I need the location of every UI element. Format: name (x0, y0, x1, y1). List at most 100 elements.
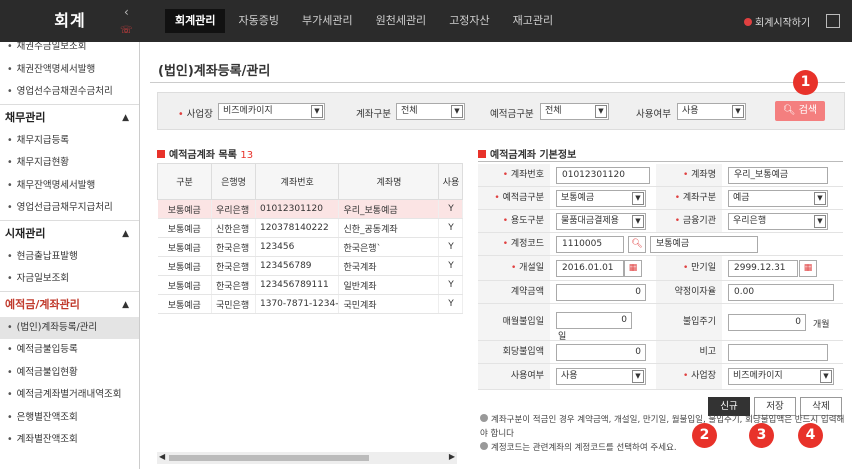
dep-type-select[interactable]: 전체 ▼ (540, 103, 609, 120)
sidebar-item[interactable]: 채권수금일보조회 (0, 42, 139, 59)
sidebar-item[interactable]: 채권잔액명세서발행 (0, 59, 139, 82)
menu-withholding[interactable]: 원천세관리 (366, 9, 437, 33)
sidebar-item[interactable]: 현금출납표발행 (0, 246, 139, 269)
menu-inventory[interactable]: 재고관리 (503, 9, 563, 33)
table-row[interactable]: 보통예금 한국은행 123456789111 일반계좌 Y (157, 275, 464, 295)
col-header[interactable]: 구분 (157, 163, 212, 200)
sidebar-item[interactable]: 은행별잔액조회 (0, 407, 139, 430)
list-title: 예적금계좌 목록 13 (157, 146, 253, 161)
each-input[interactable]: 0 (556, 344, 646, 361)
sidebar-item[interactable]: 예적금계좌별거래내역조회 (0, 384, 139, 407)
sidebar-item[interactable]: 채무지급등록 (0, 130, 139, 153)
form-row: 사용여부 사용▼ 사업장 비즈메카이지▼ (478, 364, 843, 390)
sidebar-item[interactable]: 자금일보조회 (0, 268, 139, 291)
rate-input[interactable]: 0.00 (728, 284, 834, 301)
menu-accounting[interactable]: 회계관리 (165, 9, 226, 33)
sidebar-group-debt[interactable]: 채무관리 ▲ (0, 103, 139, 130)
section-marker-icon (478, 150, 486, 158)
memo-label: 비고 (656, 341, 722, 363)
search-button[interactable]: 🔍︎ 검색 (775, 101, 825, 121)
sidebar-item[interactable]: 예적금불입현황 (0, 362, 139, 385)
form-row: 회당불입액 0 비고 (478, 341, 843, 364)
use-field-label: 사용여부 (478, 364, 550, 389)
calendar-icon[interactable]: ▦ (624, 260, 642, 277)
calendar-icon[interactable]: ▦ (799, 260, 817, 277)
acct-no-label: 계좌번호 (478, 164, 550, 186)
contract-input[interactable]: 0 (556, 284, 646, 301)
dep-type-label: 예적금구분 (478, 187, 550, 209)
biz-field[interactable]: 비즈메카이지 ▼ (728, 368, 834, 385)
biz-label: 사업장 (178, 106, 213, 120)
chevron-up-icon: ▲ (122, 112, 129, 123)
menu-fixed-assets[interactable]: 고정자산 (439, 9, 499, 33)
sidebar-item[interactable]: 영업선수금채권수금처리 (0, 81, 139, 104)
pay-day-input[interactable]: 0 (556, 312, 632, 329)
period-label: 불입주기 (656, 304, 722, 340)
sidebar-item[interactable]: 채무지급현황 (0, 152, 139, 175)
form-row: 예적금구분 보통예금▼ 계좌구분 예금▼ (478, 187, 843, 210)
table-row[interactable]: 보통예금 한국은행 123456 한국은행` Y (157, 237, 464, 257)
search-icon: 🔍︎ (782, 105, 796, 116)
rate-label: 약정이자율 (656, 281, 722, 303)
col-header[interactable]: 은행명 (211, 163, 256, 200)
table-scrollbar[interactable]: ◀ ▶ (157, 452, 457, 464)
period-input[interactable]: 0 (728, 314, 806, 331)
info-icon (744, 18, 752, 26)
scrollbar-thumb[interactable] (169, 455, 369, 461)
note-item: 계좌구분이 적금인 경우 계약금액, 개설일, 만기일, 월불입일, 불입주기,… (480, 414, 845, 439)
sidebar-group-deposit[interactable]: 예적금/계좌관리 ▲ (0, 290, 139, 317)
sidebar-item[interactable]: 영업선급금채무지급처리 (0, 197, 139, 220)
table-row[interactable]: 보통예금 우리은행 01012301120 우리_보통예금 Y (157, 199, 464, 219)
acct-type-select[interactable]: 전체 ▼ (396, 103, 465, 120)
biz-select[interactable]: 비즈메카이지 ▼ (218, 103, 325, 120)
memo-input[interactable] (728, 344, 828, 361)
acct-no-input[interactable]: 01012301120 (556, 167, 650, 184)
chevron-up-icon: ▲ (122, 228, 129, 239)
open-date-input[interactable]: 2016.01.01 (556, 260, 624, 277)
acct-type-field[interactable]: 예금 ▼ (728, 190, 828, 207)
info-icon (480, 442, 488, 450)
help-icon[interactable]: ☏ (120, 25, 134, 37)
use-select[interactable]: 사용 ▼ (677, 103, 746, 120)
callout-badge-4: 4 (798, 423, 823, 448)
use-field[interactable]: 사용 ▼ (556, 368, 646, 385)
scroll-left-icon[interactable]: ◀ (159, 452, 165, 461)
menu-auto-evidence[interactable]: 자동증빙 (228, 9, 288, 33)
form-row: 용도구분 물품대금결제용▼ 금융기관 우리은행▼ (478, 210, 843, 233)
note-item: 계정코드는 관련계좌의 계정코드를 선택하여 주세요. (480, 441, 845, 455)
col-header[interactable]: 사용 (438, 163, 464, 200)
dep-type-label: 예적금구분 (490, 109, 534, 120)
start-accounting-link[interactable]: 회계시작하기 (744, 14, 810, 29)
sidebar: 채권수금일보조회 채권잔액명세서발행 영업선수금채권수금처리 채무관리▲ 채무지… (0, 42, 140, 469)
acct-name-input[interactable]: 우리_보통예금 (728, 167, 828, 184)
usage-field[interactable]: 물품대금결제용 ▼ (556, 213, 646, 230)
scroll-right-icon[interactable]: ▶ (449, 452, 455, 461)
account-table: 구분 은행명 계좌번호 계좌명 사용 보통예금 우리은행 01012301120 우리… (157, 163, 464, 314)
form-row: 계정코드 1110005 🔍︎ 보통예금 (478, 233, 843, 256)
code-search-icon[interactable]: 🔍︎ (628, 236, 646, 253)
menu-vat[interactable]: 부가세관리 (292, 9, 363, 33)
sidebar-item[interactable]: 예적금불입등록 (0, 339, 139, 362)
code-input[interactable]: 1110005 (556, 236, 624, 253)
chevron-down-icon: ▼ (632, 192, 644, 205)
calculator-icon[interactable] (826, 14, 840, 28)
table-row[interactable]: 보통예금 국민은행 1370-7871-1234- 국민계좌 Y (157, 294, 464, 314)
fin-field[interactable]: 우리은행 ▼ (728, 213, 828, 230)
table-row[interactable]: 보통예금 신한은행 120378140222 신한_공동계좌 Y (157, 218, 464, 238)
sidebar-collapse-icon[interactable]: ‹ (124, 5, 129, 19)
chevron-down-icon: ▼ (814, 215, 826, 228)
col-header[interactable]: 계좌명 (338, 163, 440, 200)
sidebar-group-cash[interactable]: 시재관리 ▲ (0, 219, 139, 246)
sidebar-item-account-register[interactable]: (법인)계좌등록/관리 (0, 316, 139, 339)
mature-date-input[interactable]: 2999.12.31 (728, 260, 798, 277)
chevron-down-icon: ▼ (311, 105, 323, 118)
dep-type-field[interactable]: 보통예금 ▼ (556, 190, 646, 207)
table-row[interactable]: 보통예금 한국은행 123456789 한국계좌 Y (157, 256, 464, 276)
code-name-input[interactable]: 보통예금 (650, 236, 758, 253)
sidebar-item[interactable]: 계좌별잔액조회 (0, 429, 139, 452)
acct-type-field-label: 계좌구분 (656, 187, 722, 209)
form-row: 계좌번호 01012301120 계좌명 우리_보통예금 (478, 164, 843, 187)
detail-form: 계좌번호 01012301120 계좌명 우리_보통예금 예적금구분 보통예금▼… (478, 161, 843, 392)
sidebar-item[interactable]: 채무잔액명세서발행 (0, 175, 139, 198)
col-header[interactable]: 계좌번호 (254, 163, 340, 200)
